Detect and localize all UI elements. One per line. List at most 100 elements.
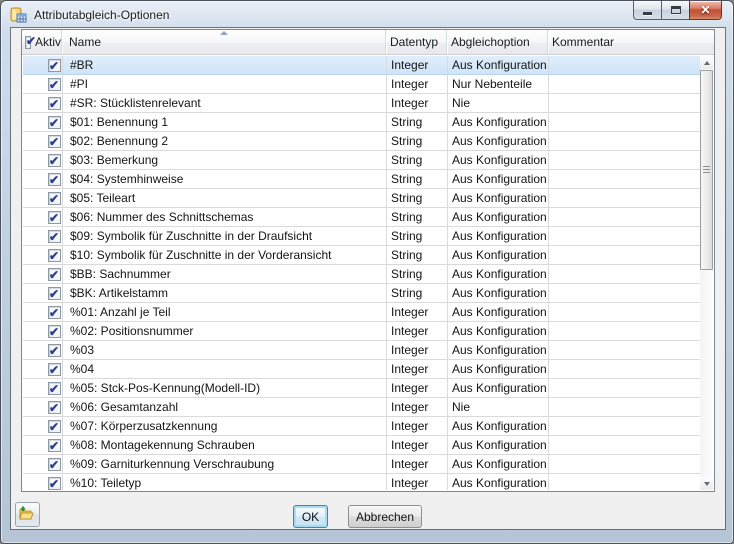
cell-datentyp: Integer (387, 360, 448, 378)
cell-aktiv (23, 113, 63, 131)
row-checkbox[interactable] (48, 95, 61, 112)
cell-datentyp: Integer (387, 417, 448, 435)
cell-datentyp: Integer (387, 398, 448, 416)
titlebar[interactable]: Attributabgleich-Optionen ✕ (1, 1, 733, 28)
table-row[interactable]: %06: Gesamtanzahl Integer Nie (23, 398, 702, 417)
column-header-aktiv[interactable]: Aktiv (22, 30, 62, 54)
table-row[interactable]: $01: Benennung 1 String Aus Konfiguratio… (23, 113, 702, 132)
row-checkbox[interactable] (48, 171, 61, 188)
table-row[interactable]: %01: Anzahl je Teil Integer Aus Konfigur… (23, 303, 702, 322)
cell-abgleichoption: Nie (448, 398, 549, 416)
table-row[interactable]: $04: Systemhinweise String Aus Konfigura… (23, 170, 702, 189)
table-row[interactable]: %09: Garniturkennung Verschraubung Integ… (23, 455, 702, 474)
cell-aktiv (23, 151, 63, 169)
cell-kommentar (549, 474, 702, 490)
table-row[interactable]: $BK: Artikelstamm String Aus Konfigurati… (23, 284, 702, 303)
row-checkbox[interactable] (48, 190, 61, 207)
row-checkbox[interactable] (48, 342, 61, 359)
cell-name: %04 (63, 360, 387, 378)
row-checkbox[interactable] (48, 209, 61, 226)
cell-datentyp: Integer (387, 322, 448, 340)
cell-name: $BK: Artikelstamm (63, 284, 387, 302)
row-checkbox[interactable] (48, 437, 61, 454)
cell-kommentar (549, 379, 702, 397)
cell-name: $04: Systemhinweise (63, 170, 387, 188)
table-row[interactable]: $10: Symbolik für Zuschnitte in der Vord… (23, 246, 702, 265)
app-icon (10, 7, 28, 23)
cell-aktiv (23, 455, 63, 473)
table-row[interactable]: $09: Symbolik für Zuschnitte in der Drau… (23, 227, 702, 246)
cell-abgleichoption: Aus Konfiguration (448, 474, 549, 490)
row-checkbox[interactable] (48, 76, 61, 93)
load-config-button[interactable] (15, 502, 40, 527)
cell-abgleichoption: Aus Konfiguration (448, 341, 549, 359)
table-row[interactable]: #PI Integer Nur Nebenteile (23, 75, 702, 94)
cell-kommentar (549, 341, 702, 359)
row-checkbox[interactable] (48, 57, 61, 74)
table-row[interactable]: $02: Benennung 2 String Aus Konfiguratio… (23, 132, 702, 151)
row-checkbox[interactable] (48, 418, 61, 435)
row-checkbox[interactable] (48, 323, 61, 340)
row-checkbox[interactable] (48, 399, 61, 416)
column-header-name[interactable]: Name (62, 30, 386, 54)
row-checkbox[interactable] (48, 152, 61, 169)
row-checkbox[interactable] (48, 456, 61, 473)
table-row[interactable]: %10: Teiletyp Integer Aus Konfiguration (23, 474, 702, 490)
row-checkbox[interactable] (48, 380, 61, 397)
table-row[interactable]: #BR Integer Aus Konfiguration (23, 56, 702, 75)
cell-name: %08: Montagekennung Schrauben (63, 436, 387, 454)
column-header-abgleichoption[interactable]: Abgleichoption (447, 30, 548, 54)
column-header-datentyp[interactable]: Datentyp (386, 30, 447, 54)
row-checkbox[interactable] (48, 266, 61, 283)
close-button[interactable]: ✕ (689, 1, 722, 20)
cell-abgleichoption: Aus Konfiguration (448, 379, 549, 397)
row-checkbox[interactable] (48, 304, 61, 321)
cell-kommentar (549, 113, 702, 131)
table-row[interactable]: $03: Bemerkung String Aus Konfiguration (23, 151, 702, 170)
minimize-button[interactable] (633, 1, 662, 20)
row-checkbox[interactable] (48, 133, 61, 150)
row-checkbox[interactable] (48, 114, 61, 131)
table-row[interactable]: %02: Positionsnummer Integer Aus Konfigu… (23, 322, 702, 341)
table-row[interactable]: $05: Teileart String Aus Konfiguration (23, 189, 702, 208)
cell-name: %09: Garniturkennung Verschraubung (63, 455, 387, 473)
table-row[interactable]: %07: Körperzusatzkennung Integer Aus Kon… (23, 417, 702, 436)
row-checkbox[interactable] (48, 228, 61, 245)
cell-aktiv (23, 322, 63, 340)
table-row[interactable]: $BB: Sachnummer String Aus Konfiguration (23, 265, 702, 284)
scroll-up-button[interactable] (700, 56, 713, 69)
cell-kommentar (549, 360, 702, 378)
cancel-button[interactable]: Abbrechen (348, 505, 422, 528)
select-all-checkbox[interactable] (25, 34, 36, 49)
table-row[interactable]: %08: Montagekennung Schrauben Integer Au… (23, 436, 702, 455)
cell-aktiv (23, 94, 63, 112)
row-checkbox[interactable] (48, 285, 61, 302)
cell-abgleichoption: Aus Konfiguration (448, 246, 549, 264)
table-row[interactable]: #SR: Stücklistenrelevant Integer Nie (23, 94, 702, 113)
vertical-scrollbar[interactable] (700, 56, 713, 490)
table-row[interactable]: $06: Nummer des Schnittschemas String Au… (23, 208, 702, 227)
cell-abgleichoption: Aus Konfiguration (448, 322, 549, 340)
scroll-down-button[interactable] (700, 477, 713, 490)
maximize-button[interactable] (661, 1, 690, 20)
ok-button[interactable]: OK (293, 505, 328, 528)
row-checkbox[interactable] (48, 361, 61, 378)
table-row[interactable]: %05: Stck-Pos-Kennung(Modell-ID) Integer… (23, 379, 702, 398)
column-header-label: Kommentar (552, 35, 615, 49)
table-row[interactable]: %03 Integer Aus Konfiguration (23, 341, 702, 360)
row-checkbox[interactable] (48, 247, 61, 264)
table-row[interactable]: %04 Integer Aus Konfiguration (23, 360, 702, 379)
cell-kommentar (549, 303, 702, 321)
cell-kommentar (549, 417, 702, 435)
cell-datentyp: String (387, 208, 448, 226)
cell-datentyp: Integer (387, 75, 448, 93)
cell-abgleichoption: Aus Konfiguration (448, 284, 549, 302)
scrollbar-thumb[interactable] (700, 70, 713, 270)
cell-datentyp: String (387, 284, 448, 302)
row-checkbox[interactable] (48, 475, 61, 490)
cell-aktiv (23, 417, 63, 435)
column-header-kommentar[interactable]: Kommentar (548, 30, 714, 54)
cell-name: %07: Körperzusatzkennung (63, 417, 387, 435)
cell-name: %03 (63, 341, 387, 359)
cell-datentyp: Integer (387, 436, 448, 454)
